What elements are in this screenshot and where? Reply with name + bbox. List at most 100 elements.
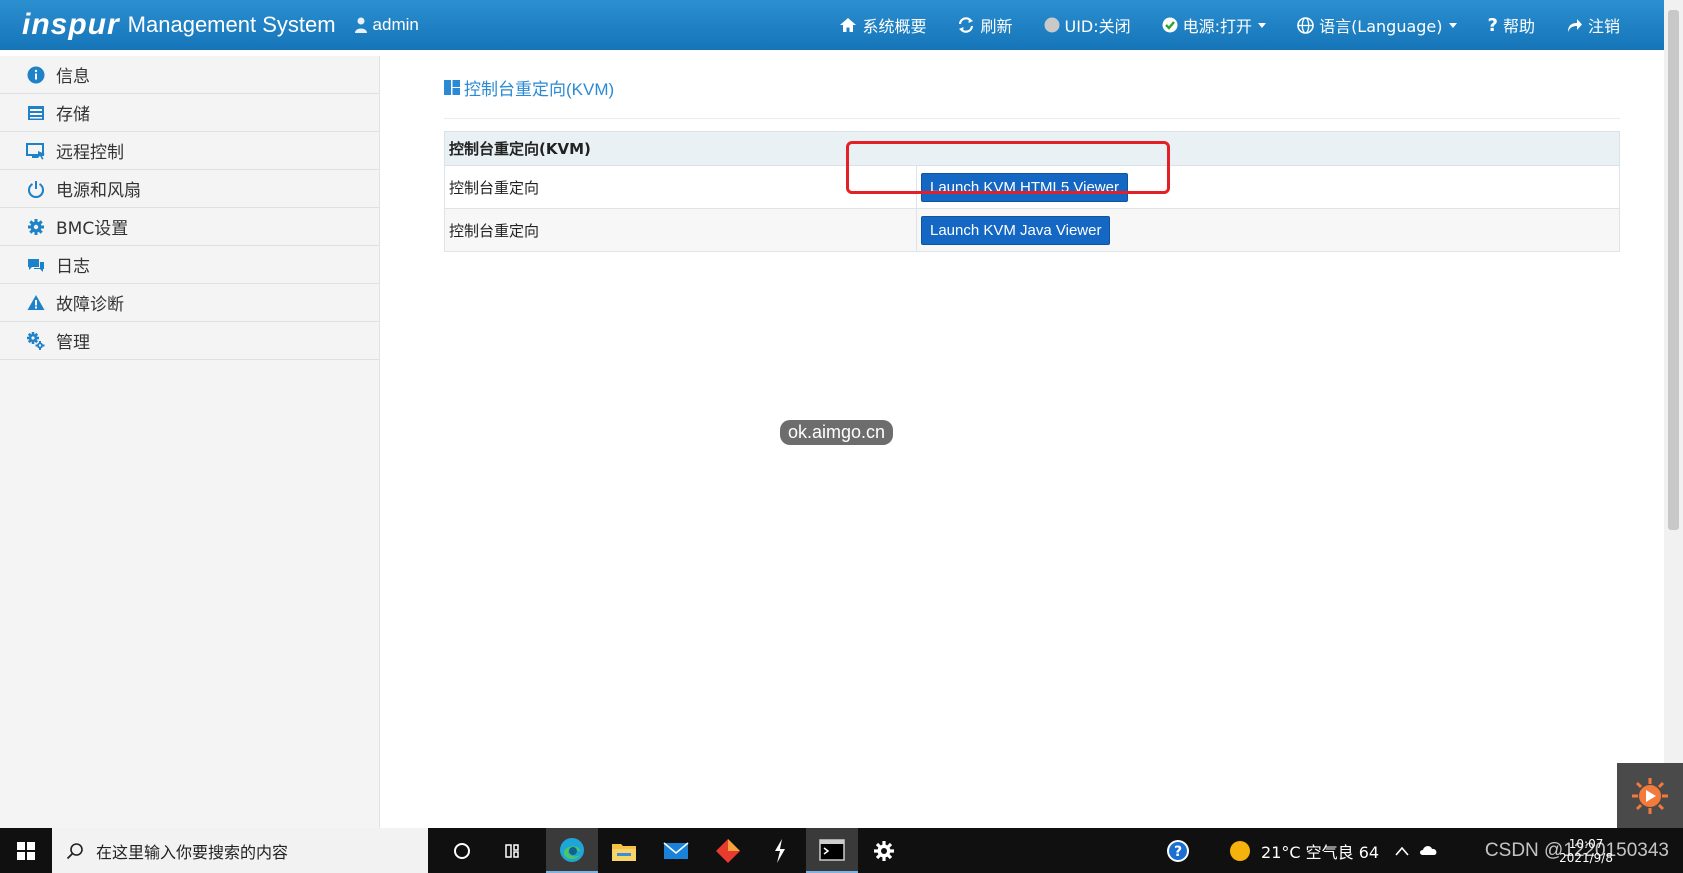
nav-language-label: 语言(Language) xyxy=(1319,17,1443,36)
row-label: 控制台重定向 xyxy=(444,208,917,252)
sidebar-item-diagnostics[interactable]: 故障诊断 xyxy=(0,284,379,322)
globe-icon xyxy=(1297,16,1314,34)
taskbar-help[interactable]: ? xyxy=(1152,828,1204,873)
home-icon xyxy=(840,18,857,32)
nav-uid-label: UID:关闭 xyxy=(1064,17,1131,36)
nav-language[interactable]: 语言(Language) xyxy=(1297,13,1457,37)
chevron-down-icon xyxy=(1448,22,1457,28)
task-view-icon xyxy=(505,843,519,858)
sidebar-item-management[interactable]: 管理 xyxy=(0,322,379,360)
nav-help-label: 帮助 xyxy=(1502,17,1535,36)
lightning-app-icon xyxy=(775,838,785,863)
power-icon xyxy=(26,179,46,199)
uid-indicator-icon xyxy=(1044,17,1059,33)
task-view-button[interactable] xyxy=(488,828,540,873)
weather-widget[interactable]: 21°C 空气良 64 xyxy=(1229,839,1379,863)
taskbar-mail[interactable] xyxy=(650,828,702,873)
svg-text:?: ? xyxy=(1174,844,1182,860)
vertical-scrollbar[interactable] xyxy=(1664,0,1683,828)
red-diamond-app-icon xyxy=(716,838,740,863)
sidebar-item-label: 信息 xyxy=(56,67,90,87)
sidebar-item-storage[interactable]: 存储 xyxy=(0,94,379,132)
mail-icon xyxy=(663,841,689,859)
logout-icon xyxy=(1567,18,1582,32)
page-title-text: 控制台重定向(KVM) xyxy=(464,79,615,99)
sun-icon xyxy=(1230,840,1251,861)
terminal-icon xyxy=(819,838,845,861)
launch-java-viewer-button[interactable]: Launch KVM Java Viewer xyxy=(921,215,1111,245)
nav-power[interactable]: 电源:打开 xyxy=(1162,13,1267,37)
top-nav: 系统概要 刷新 UID:关闭 电源:打开 语言(Language) ? 帮助 注… xyxy=(839,0,1664,50)
start-button[interactable] xyxy=(0,828,52,873)
folder-icon xyxy=(612,843,636,861)
watermark: ok.aimgo.cn xyxy=(780,420,894,445)
taskbar-file-explorer[interactable] xyxy=(598,828,650,873)
search-placeholder: 在这里输入你要搜索的内容 xyxy=(96,842,289,862)
sidebar-item-label: 远程控制 xyxy=(56,143,124,163)
remote-control-icon xyxy=(26,141,46,161)
storage-icon xyxy=(26,103,46,123)
page-title: 控制台重定向(KVM) xyxy=(444,56,1620,119)
sidebar-item-power-fan[interactable]: 电源和风扇 xyxy=(0,170,379,208)
windows-logo-icon xyxy=(17,841,35,860)
inspur-logo: inspur xyxy=(22,8,120,41)
user-icon xyxy=(354,17,367,33)
sidebar-item-label: 存储 xyxy=(56,105,90,125)
tray-chevron-up-icon[interactable] xyxy=(1395,841,1409,860)
taskbar-terminal[interactable] xyxy=(806,828,858,873)
nav-help[interactable]: ? 帮助 xyxy=(1488,13,1535,37)
scrollbar-thumb[interactable] xyxy=(1668,10,1679,530)
edge-browser-icon xyxy=(560,837,584,862)
gears-icon xyxy=(26,331,46,351)
nav-uid[interactable]: UID:关闭 xyxy=(1044,13,1131,37)
cortana-button[interactable] xyxy=(436,828,488,873)
nav-overview-label: 系统概要 xyxy=(862,17,927,36)
top-header: inspur Management System admin 系统概要 刷新 U… xyxy=(0,0,1664,50)
floating-widget[interactable] xyxy=(1617,763,1683,828)
taskbar-edge[interactable] xyxy=(546,828,598,873)
weather-text: 21°C 空气良 64 xyxy=(1261,842,1380,862)
panel-icon xyxy=(444,79,460,95)
annotation-highlight-box xyxy=(846,141,1170,194)
taskbar-app-lightning[interactable] xyxy=(754,828,806,873)
refresh-icon xyxy=(959,17,974,33)
settings-icon xyxy=(26,217,46,237)
csdn-overlay-watermark: CSDN @1220150343 xyxy=(1484,840,1669,861)
warning-icon xyxy=(26,293,46,313)
nav-logout[interactable]: 注销 xyxy=(1566,13,1620,37)
sidebar-item-info[interactable]: 信息 xyxy=(0,56,379,94)
windows-taskbar: 在这里输入你要搜索的内容 ? 21°C 空气良 64 10:07 2021/9/… xyxy=(0,828,1683,873)
help-icon: ? xyxy=(1487,14,1498,36)
taskbar-app-red[interactable] xyxy=(702,828,754,873)
sidebar-item-bmc-settings[interactable]: BMC设置 xyxy=(0,208,379,246)
taskbar-settings[interactable] xyxy=(858,828,910,873)
user-name: admin xyxy=(372,15,419,34)
sun-widget-icon xyxy=(1632,777,1668,814)
sidebar-item-log[interactable]: 日志 xyxy=(0,246,379,284)
gear-icon xyxy=(874,840,894,861)
chevron-down-icon xyxy=(1258,22,1267,28)
search-icon xyxy=(66,842,83,859)
cortana-icon xyxy=(454,842,470,859)
nav-overview[interactable]: 系统概要 xyxy=(839,13,926,37)
sidebar-item-label: BMC设置 xyxy=(56,219,129,239)
help-circle-icon: ? xyxy=(1167,839,1189,862)
sidebar-item-label: 管理 xyxy=(56,333,90,353)
row-action: Launch KVM Java Viewer xyxy=(916,208,1620,252)
sidebar-item-label: 故障诊断 xyxy=(56,295,124,315)
sidebar: 信息 存储 远程控制 电源和风扇 BMC设置 日志 故障诊断 管理 xyxy=(0,56,380,828)
taskbar-search[interactable]: 在这里输入你要搜索的内容 xyxy=(52,828,428,873)
app-title: Management System xyxy=(127,12,336,37)
info-icon xyxy=(26,65,46,85)
log-icon xyxy=(26,255,46,275)
sidebar-item-label: 日志 xyxy=(56,257,90,277)
table-row: 控制台重定向 Launch KVM Java Viewer xyxy=(444,208,1620,252)
sidebar-item-label: 电源和风扇 xyxy=(56,181,141,201)
nav-power-label: 电源:打开 xyxy=(1182,17,1253,36)
nav-refresh-label: 刷新 xyxy=(980,17,1013,36)
sidebar-item-remote-control[interactable]: 远程控制 xyxy=(0,132,379,170)
power-check-icon xyxy=(1162,17,1178,33)
onedrive-cloud-icon[interactable] xyxy=(1419,841,1439,860)
current-user[interactable]: admin xyxy=(354,15,419,35)
nav-refresh[interactable]: 刷新 xyxy=(957,13,1013,37)
